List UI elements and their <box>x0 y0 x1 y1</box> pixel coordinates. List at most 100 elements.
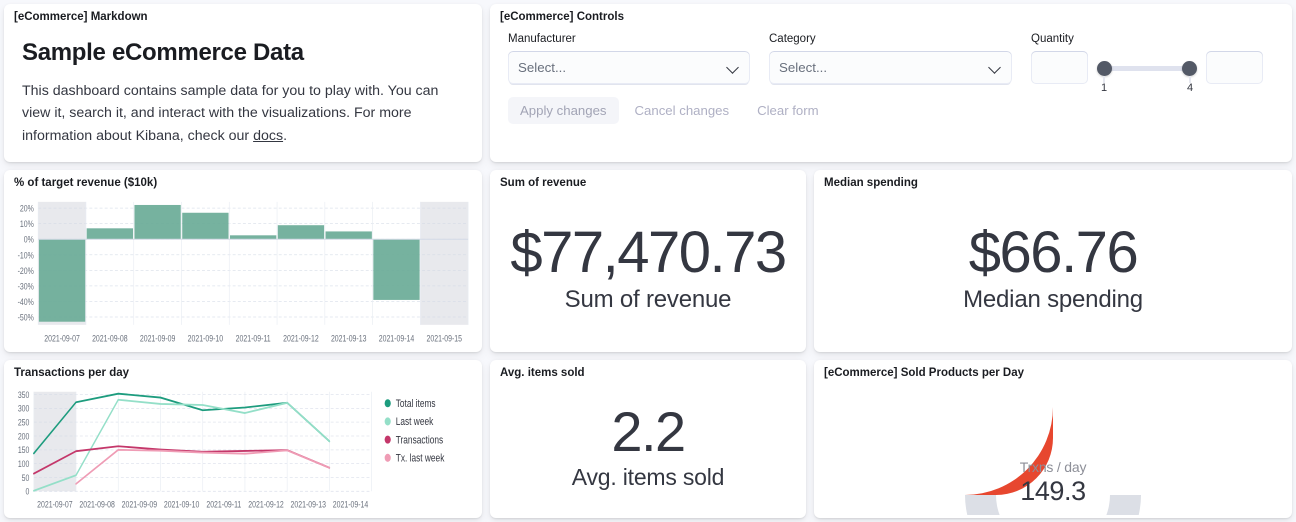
slider-thumb-min[interactable] <box>1097 61 1112 76</box>
manufacturer-label: Manufacturer <box>508 31 750 47</box>
panel-title-markdown: [eCommerce] Markdown <box>4 4 482 28</box>
category-select[interactable]: Select... <box>769 51 1012 84</box>
svg-text:2021-09-14: 2021-09-14 <box>379 333 415 343</box>
panel-target-revenue: % of target revenue ($10k) 20% 10% 0% -10% -… <box>4 170 482 352</box>
svg-text:2021-09-10: 2021-09-10 <box>164 500 200 510</box>
median-spending-value: $66.76 <box>969 223 1137 282</box>
panel-sold-products-per-day: [eCommerce] Sold Products per Day Trxns … <box>814 360 1292 518</box>
slider-thumb-max[interactable] <box>1182 61 1197 76</box>
panel-sum-of-revenue: Sum of revenue $77,470.73 Sum of revenue <box>490 170 806 352</box>
svg-text:-10%: -10% <box>18 250 34 260</box>
category-label: Category <box>769 31 1012 47</box>
markdown-paragraph: This dashboard contains sample data for … <box>22 80 464 147</box>
quantity-label: Quantity <box>1031 31 1274 47</box>
quantity-range-slider[interactable]: 1 4 <box>1097 51 1197 84</box>
svg-text:150: 150 <box>18 445 30 455</box>
svg-text:0%: 0% <box>24 235 34 245</box>
bar-chart-area[interactable]: 20% 10% 0% -10% -20% -30% -40% -50% 2021-09-07 20… <box>4 194 482 352</box>
apply-changes-button[interactable]: Apply changes <box>508 97 619 124</box>
svg-text:Tx. last week: Tx. last week <box>396 452 445 464</box>
svg-text:20%: 20% <box>20 203 34 213</box>
panel-title-controls: [eCommerce] Controls <box>490 4 1292 28</box>
svg-text:2021-09-12: 2021-09-12 <box>248 500 284 510</box>
svg-text:300: 300 <box>18 404 30 414</box>
slider-max-label: 4 <box>1180 82 1200 94</box>
svg-text:2021-09-09: 2021-09-09 <box>140 333 176 343</box>
panel-avg-items-sold: Avg. items sold 2.2 Avg. items sold <box>490 360 806 518</box>
markdown-heading: Sample eCommerce Data <box>22 39 464 67</box>
gauge-body: Trxns / day 149.3 <box>814 384 1292 518</box>
svg-text:-30%: -30% <box>18 281 34 291</box>
panel-title-sum-of-revenue: Sum of revenue <box>490 170 806 194</box>
svg-text:2021-09-07: 2021-09-07 <box>37 500 73 510</box>
median-spending-body: $66.76 Median spending <box>814 194 1292 352</box>
line-chart-svg[interactable]: 0501001502002503003502021-09-072021-09-0… <box>6 386 474 516</box>
bar-chart-svg[interactable]: 20% 10% 0% -10% -20% -30% -40% -50% 2021-09-07 20… <box>6 196 474 350</box>
panel-median-spending: Median spending $66.76 Median spending <box>814 170 1292 352</box>
gauge-svg <box>903 387 1203 515</box>
quantity-min-input[interactable] <box>1031 51 1088 84</box>
slider-min-label: 1 <box>1094 82 1114 94</box>
manufacturer-select[interactable]: Select... <box>508 51 750 84</box>
sum-of-revenue-value: $77,470.73 <box>510 223 785 282</box>
svg-text:350: 350 <box>18 390 30 400</box>
svg-text:2021-09-13: 2021-09-13 <box>331 333 367 343</box>
control-quantity: Quantity 1 4 <box>1031 31 1274 84</box>
avg-items-sold-label: Avg. items sold <box>572 464 725 491</box>
svg-text:2021-09-10: 2021-09-10 <box>188 333 224 343</box>
panel-markdown: [eCommerce] Markdown Sample eCommerce Da… <box>4 4 482 162</box>
category-select-value: Select... <box>779 60 827 75</box>
svg-text:10%: 10% <box>20 219 34 229</box>
avg-items-sold-value: 2.2 <box>611 403 684 460</box>
chevron-down-icon <box>727 61 740 74</box>
svg-text:2021-09-11: 2021-09-11 <box>206 500 241 510</box>
svg-text:2021-09-11: 2021-09-11 <box>236 333 271 343</box>
control-category: Category Select... <box>769 31 1012 84</box>
svg-text:50: 50 <box>22 473 30 483</box>
svg-text:0: 0 <box>26 487 30 497</box>
control-manufacturer: Manufacturer Select... <box>508 31 750 84</box>
svg-text:Total items: Total items <box>396 398 436 410</box>
manufacturer-select-value: Select... <box>518 60 566 75</box>
panel-controls: [eCommerce] Controls Manufacturer Select… <box>490 4 1292 162</box>
panel-title-median-spending: Median spending <box>814 170 1292 194</box>
svg-text:2021-09-12: 2021-09-12 <box>283 333 319 343</box>
controls-button-row: Apply changes Cancel changes Clear form <box>508 97 1276 124</box>
cancel-changes-button[interactable]: Cancel changes <box>623 97 742 124</box>
svg-text:2021-09-13: 2021-09-13 <box>291 500 327 510</box>
panel-title-target-revenue: % of target revenue ($10k) <box>4 170 482 194</box>
controls-field-row: Manufacturer Select... Category Select..… <box>508 31 1276 84</box>
svg-text:2021-09-08: 2021-09-08 <box>79 500 115 510</box>
chevron-down-icon <box>989 61 1002 74</box>
line-chart-area[interactable]: 0501001502002503003502021-09-072021-09-0… <box>4 384 482 518</box>
sum-of-revenue-label: Sum of revenue <box>565 286 732 314</box>
docs-link[interactable]: docs <box>253 128 283 144</box>
svg-text:2021-09-09: 2021-09-09 <box>122 500 158 510</box>
markdown-text-before-link: This dashboard contains sample data for … <box>22 83 438 144</box>
panel-title-avg-items-sold: Avg. items sold <box>490 360 806 384</box>
quantity-max-input[interactable] <box>1206 51 1263 84</box>
panel-title-transactions-per-day: Transactions per day <box>4 360 482 384</box>
svg-text:100: 100 <box>18 459 30 469</box>
panel-title-sold-products-per-day: [eCommerce] Sold Products per Day <box>814 360 1292 384</box>
avg-items-sold-body: 2.2 Avg. items sold <box>490 384 806 518</box>
svg-text:2021-09-14: 2021-09-14 <box>333 500 369 510</box>
controls-body: Manufacturer Select... Category Select..… <box>490 28 1292 124</box>
panel-transactions-per-day: Transactions per day 0501001502002503003… <box>4 360 482 518</box>
slider-track <box>1101 66 1193 71</box>
svg-text:250: 250 <box>18 417 30 427</box>
quantity-range-row: 1 4 <box>1031 51 1274 84</box>
svg-text:2021-09-07: 2021-09-07 <box>44 333 80 343</box>
svg-text:-50%: -50% <box>18 312 34 322</box>
svg-text:2021-09-08: 2021-09-08 <box>92 333 128 343</box>
markdown-body: Sample eCommerce Data This dashboard con… <box>4 28 482 157</box>
svg-text:-40%: -40% <box>18 297 34 307</box>
svg-text:-20%: -20% <box>18 266 34 276</box>
clear-form-button[interactable]: Clear form <box>745 97 831 124</box>
svg-text:Last week: Last week <box>396 416 434 428</box>
dashboard-grid: [eCommerce] Markdown Sample eCommerce Da… <box>0 0 1296 522</box>
svg-text:2021-09-15: 2021-09-15 <box>427 333 463 343</box>
sum-of-revenue-body: $77,470.73 Sum of revenue <box>490 194 806 352</box>
svg-text:Transactions: Transactions <box>396 434 444 446</box>
markdown-text-after-link: . <box>283 128 287 144</box>
